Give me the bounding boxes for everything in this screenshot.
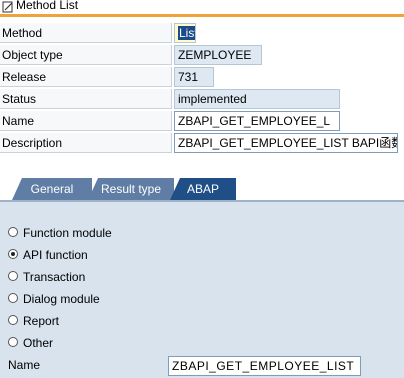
method-value: List <box>178 26 195 40</box>
name-field[interactable]: ZBAPI_GET_EMPLOYEE_L <box>174 111 340 131</box>
name-label: Name <box>0 111 172 131</box>
window-title: Method List <box>16 0 79 12</box>
status-label: Status <box>0 89 172 109</box>
description-row: Description ZBAPI_GET_EMPLOYEE_LIST BAPI… <box>0 133 404 155</box>
radio-button-icon <box>8 337 18 347</box>
release-label: Release <box>0 67 172 87</box>
radio-label: Dialog module <box>23 292 100 306</box>
abap-name-label: Name <box>8 358 41 372</box>
object-type-label: Object type <box>0 45 172 65</box>
status-field[interactable]: implemented <box>174 89 340 109</box>
radio-button-selected-icon <box>8 249 18 259</box>
radio-button-icon <box>8 293 18 303</box>
object-type-field[interactable]: ZEMPLOYEE <box>174 45 262 65</box>
release-row: Release 731 <box>0 67 404 89</box>
radio-label: API function <box>23 248 88 262</box>
edit-document-icon <box>2 1 13 13</box>
description-field[interactable]: ZBAPI_GET_EMPLOYEE_LIST BAPI函数 <box>174 133 398 153</box>
radio-button-icon <box>8 315 18 325</box>
tab-strip: General Result type ABAP <box>0 178 404 200</box>
tab-abap[interactable]: ABAP <box>170 178 236 200</box>
radio-label: Transaction <box>23 270 86 284</box>
radio-label: Other <box>23 336 54 350</box>
radio-button-icon <box>8 227 18 237</box>
radio-button-icon <box>8 271 18 281</box>
abap-name-row: Name ZBAPI_GET_EMPLOYEE_LIST <box>8 356 404 376</box>
method-label: Method <box>0 23 172 43</box>
abap-panel: Function module API function Transaction… <box>0 200 404 378</box>
radio-label: Function module <box>23 226 112 240</box>
title-underline <box>0 14 404 17</box>
tab-result-type[interactable]: Result type <box>88 178 174 200</box>
radio-label: Report <box>23 314 60 328</box>
abap-name-field[interactable]: ZBAPI_GET_EMPLOYEE_LIST <box>168 356 361 376</box>
name-row: Name ZBAPI_GET_EMPLOYEE_L <box>0 111 404 133</box>
tab-general[interactable]: General <box>12 178 92 200</box>
release-field[interactable]: 731 <box>174 67 214 87</box>
status-row: Status implemented <box>0 89 404 111</box>
description-label: Description <box>0 133 172 153</box>
object-type-row: Object type ZEMPLOYEE <box>0 45 404 67</box>
method-field[interactable]: List <box>174 23 196 43</box>
method-row: Method List <box>0 23 404 45</box>
